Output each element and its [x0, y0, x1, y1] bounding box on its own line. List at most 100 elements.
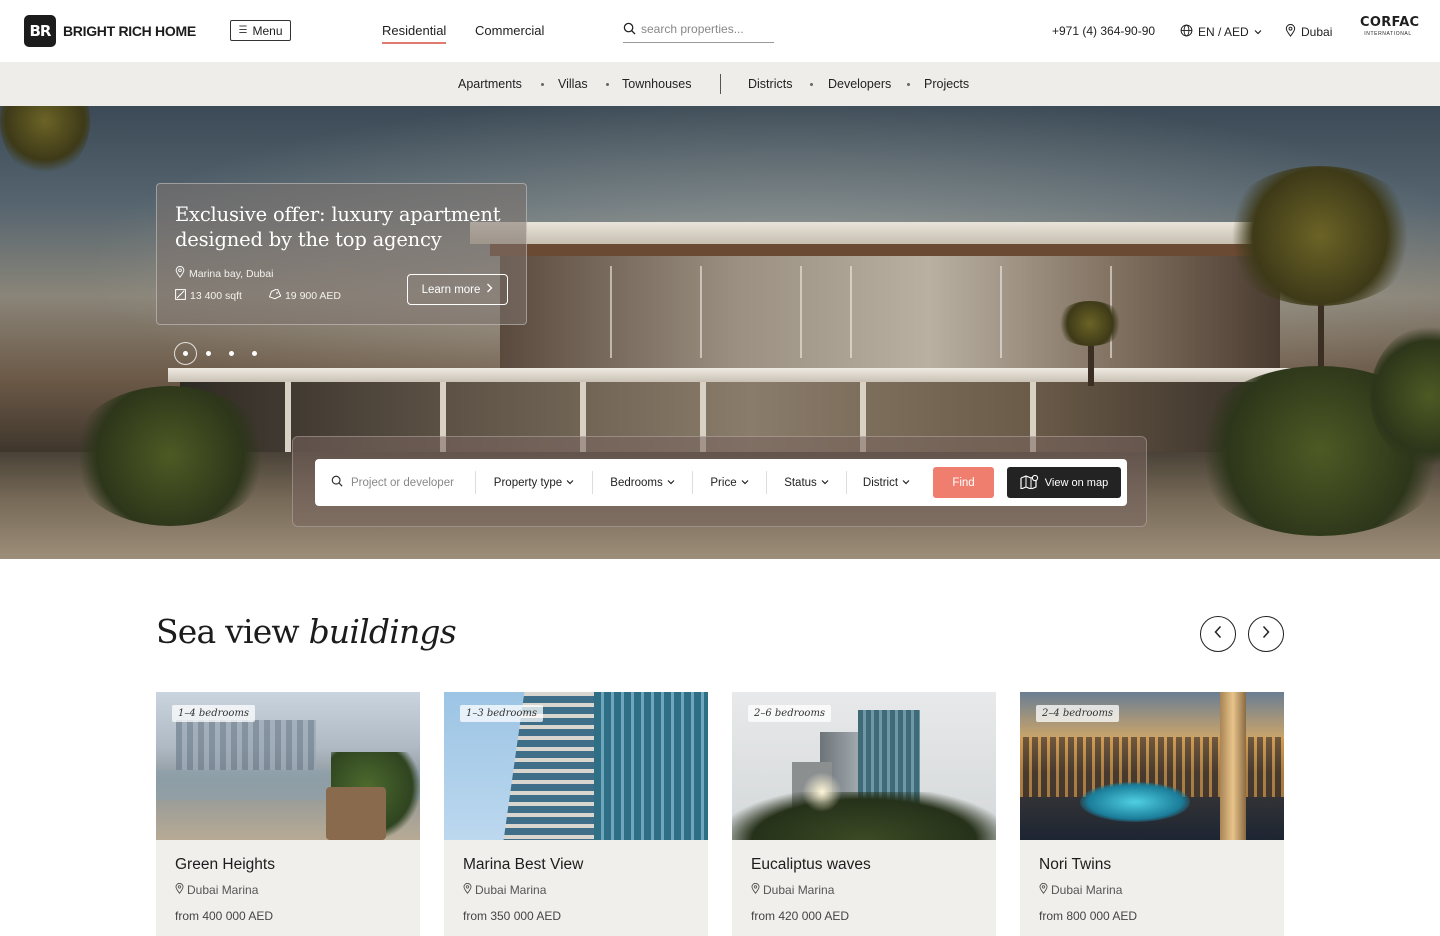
- partner-logo[interactable]: CORFAC INTERNATIONAL: [1360, 15, 1420, 38]
- map-icon: [1020, 474, 1039, 492]
- property-card[interactable]: 1–3 bedrooms Marina Best View Dubai Mari…: [444, 692, 708, 936]
- offer-area: 13 400 sqft 19 900 AED: [175, 288, 342, 303]
- section-title-plain: Sea view: [156, 612, 300, 651]
- section-title: Sea view buildings: [156, 612, 457, 651]
- locale-selector[interactable]: EN / AED: [1180, 24, 1262, 40]
- chevron-down-icon: [821, 477, 829, 489]
- property-photo: 1–3 bedrooms: [444, 692, 708, 840]
- phone-link[interactable]: +971 (4) 364-90-90: [1052, 24, 1155, 38]
- chevron-down-icon: [566, 477, 574, 489]
- chevron-down-icon: [741, 477, 749, 489]
- property-location: Dubai Marina: [463, 882, 546, 897]
- property-type-select[interactable]: Property type: [475, 471, 592, 494]
- property-photo: 2–6 bedrooms: [732, 692, 996, 840]
- subnav-districts[interactable]: Districts: [748, 77, 792, 91]
- location-pin-icon: [175, 265, 185, 281]
- subnav-townhouses[interactable]: Townhouses: [622, 77, 692, 91]
- section-title-italic: buildings: [308, 612, 457, 651]
- property-type-label: Property type: [493, 476, 563, 489]
- locale-label: EN / AED: [1198, 25, 1249, 39]
- location-pin-icon: [1039, 882, 1048, 897]
- property-price: from 400 000 AED: [175, 909, 274, 923]
- status-select[interactable]: Status: [766, 471, 846, 494]
- category-subnav: Apartments Villas Townhouses Districts D…: [0, 62, 1440, 106]
- subnav-dot: [810, 83, 813, 86]
- slide-dot-2[interactable]: [197, 342, 220, 365]
- tab-residential[interactable]: Residential: [382, 23, 447, 44]
- property-filter-panel: Property type Bedrooms Price Status Dist…: [292, 436, 1147, 527]
- find-button[interactable]: Find: [933, 467, 994, 498]
- search-input[interactable]: [641, 22, 766, 36]
- subnav-dot: [606, 83, 609, 86]
- price-select[interactable]: Price: [692, 471, 766, 494]
- property-name: Green Heights: [175, 856, 275, 873]
- property-location-label: Dubai Marina: [763, 883, 835, 897]
- subnav-developers[interactable]: Developers: [828, 77, 891, 91]
- view-on-map-label: View on map: [1044, 476, 1109, 489]
- featured-offer-card: Exclusive offer: luxury apartment design…: [156, 183, 527, 325]
- property-card[interactable]: 2–4 bedrooms Nori Twins Dubai Marina fro…: [1020, 692, 1284, 936]
- search-icon: [331, 474, 343, 492]
- carousel-next-button[interactable]: [1248, 616, 1284, 652]
- menu-label: Menu: [252, 23, 283, 38]
- slide-dot-3[interactable]: [220, 342, 243, 365]
- subnav-divider: [720, 74, 721, 94]
- status-label: Status: [784, 476, 817, 489]
- location-pin-icon: [463, 882, 472, 897]
- chevron-down-icon: [667, 477, 675, 489]
- offer-area-label: 13 400 sqft: [190, 290, 242, 302]
- learn-more-button[interactable]: Learn more: [407, 274, 508, 305]
- bedrooms-badge: 1–3 bedrooms: [460, 705, 544, 722]
- district-select[interactable]: District: [846, 471, 926, 494]
- chevron-down-icon: [1254, 25, 1262, 39]
- bedrooms-label: Bedrooms: [610, 476, 663, 489]
- location-pin-icon: [751, 882, 760, 897]
- city-selector[interactable]: Dubai: [1285, 23, 1333, 40]
- district-label: District: [862, 476, 899, 489]
- globe-icon: [1180, 24, 1193, 40]
- view-on-map-button[interactable]: View on map: [1007, 467, 1121, 498]
- bedrooms-badge: 2–6 bedrooms: [748, 705, 832, 722]
- brand-mark: BR: [24, 15, 56, 47]
- property-price: from 350 000 AED: [463, 909, 562, 923]
- project-search-input[interactable]: [351, 476, 471, 489]
- hero-banner: Exclusive offer: luxury apartment design…: [0, 106, 1440, 559]
- bedrooms-badge: 1–4 bedrooms: [172, 705, 256, 722]
- brand-name: BRIGHT RICH HOME: [63, 23, 196, 39]
- property-name: Eucaliptus waves: [751, 856, 871, 873]
- slide-dot-4[interactable]: [243, 342, 266, 365]
- area-icon: [175, 289, 186, 303]
- property-location: Dubai Marina: [1039, 882, 1123, 897]
- slide-dot-1[interactable]: [174, 342, 197, 365]
- chevron-down-icon: [902, 477, 910, 489]
- location-pin-icon: [175, 882, 184, 897]
- property-location-label: Dubai Marina: [1051, 883, 1123, 897]
- property-location: Dubai Marina: [751, 882, 835, 897]
- offer-title: Exclusive offer: luxury apartment design…: [175, 203, 501, 251]
- property-card[interactable]: 2–6 bedrooms Eucaliptus waves Dubai Mari…: [732, 692, 996, 936]
- property-location: Dubai Marina: [175, 882, 258, 897]
- property-price: from 800 000 AED: [1039, 909, 1138, 923]
- city-label: Dubai: [1301, 25, 1333, 39]
- project-search: [315, 459, 475, 506]
- offer-price-label: 19 900 AED: [284, 290, 342, 302]
- bedrooms-select[interactable]: Bedrooms: [592, 471, 692, 494]
- subnav-villas[interactable]: Villas: [558, 77, 588, 91]
- offer-location-label: Marina bay, Dubai: [189, 267, 274, 280]
- arrow-left-icon: [1213, 625, 1223, 644]
- carousel-prev-button[interactable]: [1200, 616, 1236, 652]
- partner-logo-name: CORFAC: [1360, 15, 1420, 30]
- subnav-projects[interactable]: Projects: [924, 77, 969, 91]
- hamburger-icon: ☰: [238, 25, 248, 36]
- property-name: Marina Best View: [463, 856, 584, 873]
- brand-logo[interactable]: BR BRIGHT RICH HOME: [24, 15, 196, 47]
- slider-dots: [174, 342, 266, 365]
- menu-button[interactable]: ☰ Menu: [230, 20, 291, 41]
- property-card[interactable]: 1–4 bedrooms Green Heights Dubai Marina …: [156, 692, 420, 936]
- tab-commercial[interactable]: Commercial: [475, 23, 544, 38]
- arrow-right-icon: [1261, 625, 1271, 644]
- subnav-apartments[interactable]: Apartments: [458, 77, 522, 91]
- subnav-dot: [541, 83, 544, 86]
- property-price: from 420 000 AED: [751, 909, 850, 923]
- property-photo: 2–4 bedrooms: [1020, 692, 1284, 840]
